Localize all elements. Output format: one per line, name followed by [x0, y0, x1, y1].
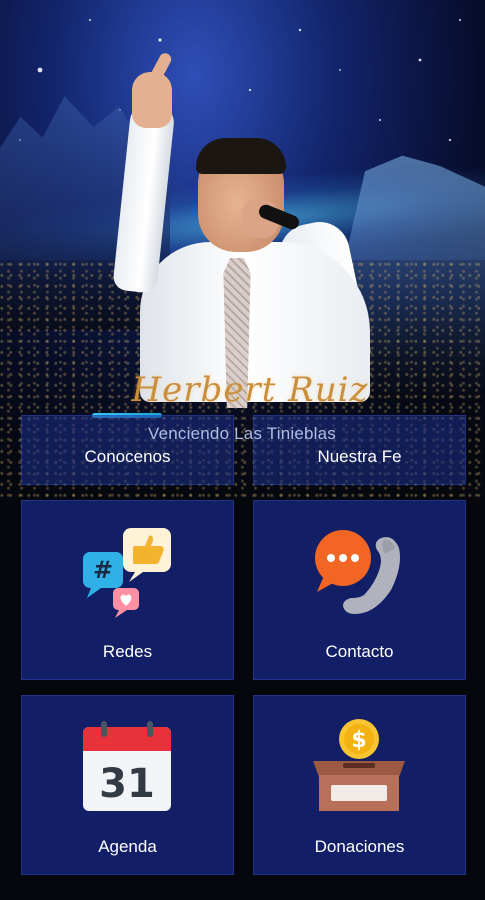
menu-agenda-label: Agenda — [98, 837, 157, 856]
calendar-icon: 31 — [83, 721, 171, 811]
donation-box-coin-icon: $ — [313, 719, 405, 811]
calendar-day: 31 — [99, 761, 155, 807]
preacher-photo — [110, 51, 380, 408]
menu-contacto-label: Contacto — [325, 642, 394, 661]
menu-contacto[interactable]: Contacto — [253, 500, 466, 680]
artist-signature: Herbert Ruiz — [131, 370, 369, 410]
menu-redes[interactable]: # Redes — [21, 500, 234, 680]
menu-donaciones-label: Donaciones — [314, 837, 405, 856]
menu-agenda[interactable]: 31 Agenda — [21, 695, 234, 875]
social-chat-bubbles-icon: # — [83, 528, 171, 618]
menu-redes-label: Redes — [102, 642, 153, 661]
menu-donaciones[interactable]: $ Donaciones — [253, 695, 466, 875]
ministry-tagline: Venciendo Las Tinieblas — [148, 424, 336, 443]
menu-nuestra-fe-label: Nuestra Fe — [317, 447, 402, 466]
svg-text:$: $ — [351, 728, 366, 753]
phone-chat-icon — [315, 530, 400, 614]
bottom-bar — [0, 885, 485, 900]
menu-conocenos-label: Conocenos — [84, 447, 171, 466]
svg-text:#: # — [93, 556, 113, 584]
